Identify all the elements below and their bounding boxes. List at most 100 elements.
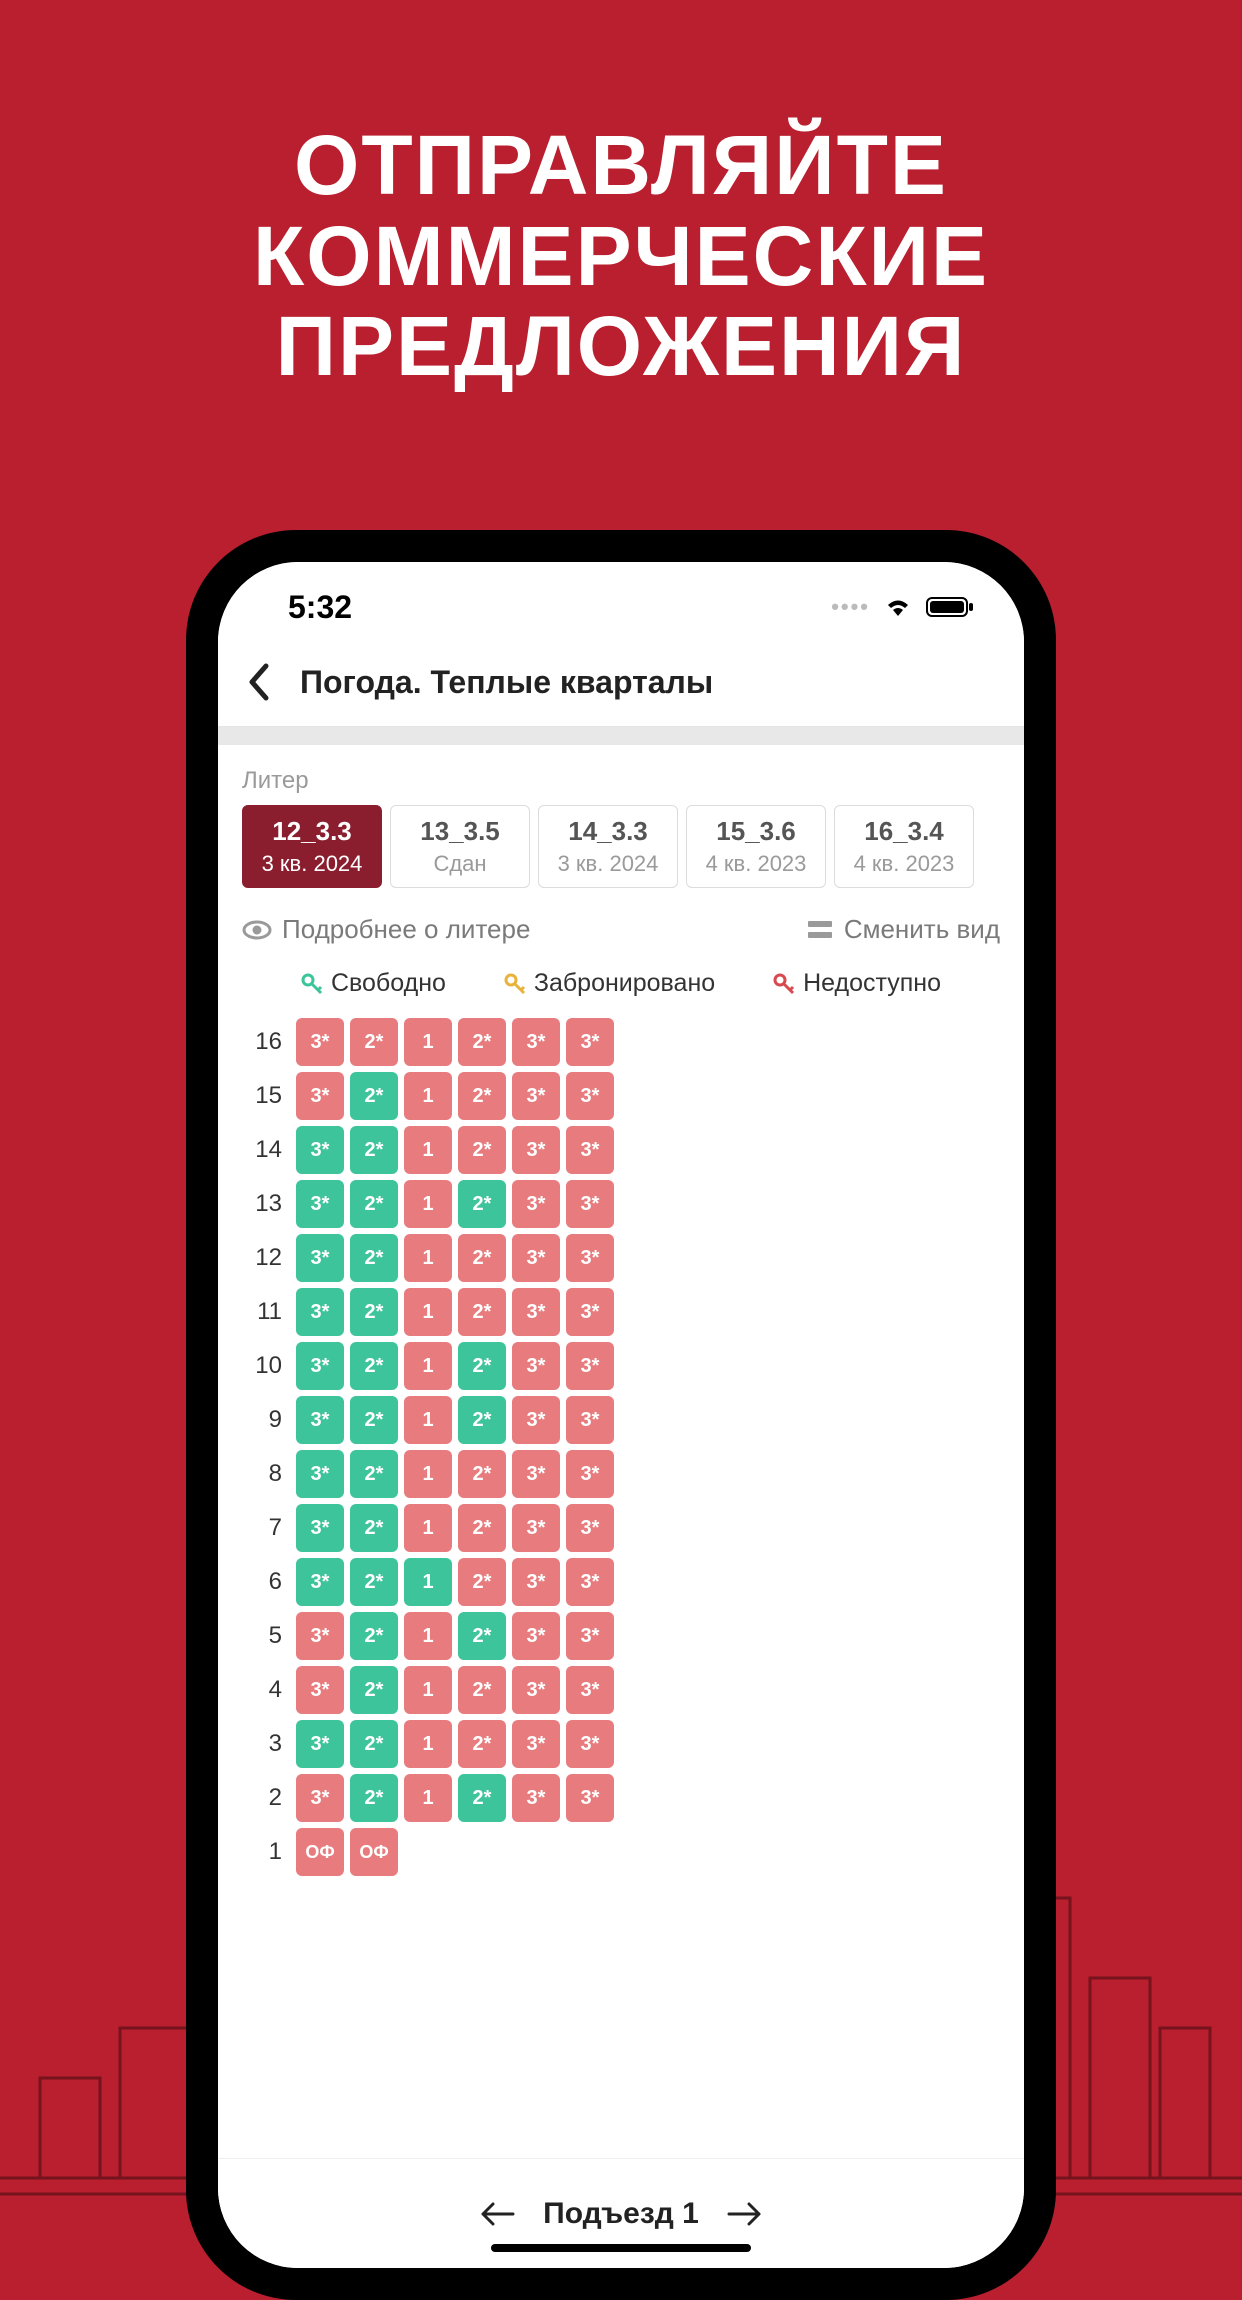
unit-cell[interactable]: 3* bbox=[296, 1180, 344, 1228]
unit-cell[interactable]: 2* bbox=[350, 1396, 398, 1444]
unit-cell[interactable]: 2* bbox=[458, 1126, 506, 1174]
unit-cell[interactable]: 3* bbox=[512, 1396, 560, 1444]
unit-cell[interactable]: 3* bbox=[566, 1234, 614, 1282]
unit-cell[interactable]: 3* bbox=[512, 1288, 560, 1336]
unit-cell[interactable]: 2* bbox=[458, 1342, 506, 1390]
switch-view-button[interactable]: Сменить вид bbox=[806, 914, 1000, 945]
unit-cell[interactable]: 3* bbox=[566, 1126, 614, 1174]
unit-cell[interactable]: 3* bbox=[296, 1396, 344, 1444]
unit-cell[interactable]: 2* bbox=[458, 1288, 506, 1336]
unit-cell[interactable]: 1 bbox=[404, 1396, 452, 1444]
unit-cell[interactable]: 3* bbox=[512, 1180, 560, 1228]
unit-cell[interactable]: 2* bbox=[350, 1450, 398, 1498]
unit-cell[interactable]: 3* bbox=[512, 1234, 560, 1282]
unit-cell[interactable]: 3* bbox=[566, 1342, 614, 1390]
unit-cell[interactable]: 2* bbox=[350, 1018, 398, 1066]
unit-cell[interactable]: 2* bbox=[458, 1072, 506, 1120]
unit-cell[interactable]: 3* bbox=[512, 1774, 560, 1822]
floor-grid[interactable]: 163*2*12*3*3*153*2*12*3*3*143*2*12*3*3*1… bbox=[242, 1018, 1000, 2158]
unit-cell[interactable]: 2* bbox=[458, 1504, 506, 1552]
unit-cell[interactable]: 2* bbox=[458, 1612, 506, 1660]
unit-cell[interactable]: 3* bbox=[296, 1558, 344, 1606]
unit-cell[interactable]: 3* bbox=[566, 1504, 614, 1552]
unit-cell[interactable]: 1 bbox=[404, 1450, 452, 1498]
pager-prev-button[interactable] bbox=[481, 2201, 515, 2227]
unit-cell[interactable]: 1 bbox=[404, 1126, 452, 1174]
details-button[interactable]: Подробнее о литере bbox=[242, 914, 530, 945]
unit-cell[interactable]: 3* bbox=[296, 1018, 344, 1066]
unit-cell[interactable]: 2* bbox=[458, 1774, 506, 1822]
unit-cell[interactable]: 3* bbox=[512, 1018, 560, 1066]
unit-cell[interactable]: 2* bbox=[458, 1720, 506, 1768]
unit-cell[interactable]: 2* bbox=[350, 1234, 398, 1282]
unit-cell[interactable]: 2* bbox=[350, 1126, 398, 1174]
unit-cell[interactable]: 1 bbox=[404, 1234, 452, 1282]
unit-cell[interactable]: 3* bbox=[296, 1666, 344, 1714]
unit-cell[interactable]: 2* bbox=[350, 1288, 398, 1336]
liter-tab-13_3.5[interactable]: 13_3.5Сдан bbox=[390, 805, 530, 888]
unit-cell[interactable]: 2* bbox=[458, 1558, 506, 1606]
unit-cell[interactable]: 2* bbox=[350, 1342, 398, 1390]
unit-cell[interactable]: 3* bbox=[512, 1504, 560, 1552]
unit-cell[interactable]: 3* bbox=[296, 1504, 344, 1552]
unit-cell[interactable]: 1 bbox=[404, 1072, 452, 1120]
unit-cell[interactable]: 3* bbox=[566, 1072, 614, 1120]
unit-cell[interactable]: 2* bbox=[350, 1774, 398, 1822]
unit-cell[interactable]: ОФ bbox=[350, 1828, 398, 1876]
unit-cell[interactable]: 3* bbox=[296, 1612, 344, 1660]
unit-cell[interactable]: 2* bbox=[458, 1396, 506, 1444]
liter-tab-15_3.6[interactable]: 15_3.64 кв. 2023 bbox=[686, 805, 826, 888]
unit-cell[interactable]: 2* bbox=[350, 1504, 398, 1552]
unit-cell[interactable]: 1 bbox=[404, 1774, 452, 1822]
unit-cell[interactable]: 2* bbox=[458, 1180, 506, 1228]
pager-next-button[interactable] bbox=[727, 2201, 761, 2227]
unit-cell[interactable]: 3* bbox=[512, 1450, 560, 1498]
unit-cell[interactable]: 1 bbox=[404, 1558, 452, 1606]
unit-cell[interactable]: 3* bbox=[296, 1288, 344, 1336]
unit-cell[interactable]: 3* bbox=[566, 1558, 614, 1606]
unit-cell[interactable]: 2* bbox=[458, 1234, 506, 1282]
unit-cell[interactable]: 3* bbox=[512, 1126, 560, 1174]
unit-cell[interactable]: 2* bbox=[350, 1558, 398, 1606]
unit-cell[interactable]: 1 bbox=[404, 1018, 452, 1066]
unit-cell[interactable]: 1 bbox=[404, 1720, 452, 1768]
unit-cell[interactable]: 2* bbox=[350, 1666, 398, 1714]
liter-tab-16_3.4[interactable]: 16_3.44 кв. 2023 bbox=[834, 805, 974, 888]
unit-cell[interactable]: 3* bbox=[566, 1018, 614, 1066]
unit-cell[interactable]: 3* bbox=[512, 1720, 560, 1768]
unit-cell[interactable]: 1 bbox=[404, 1342, 452, 1390]
unit-cell[interactable]: 3* bbox=[512, 1342, 560, 1390]
unit-cell[interactable]: 2* bbox=[458, 1666, 506, 1714]
unit-cell[interactable]: 3* bbox=[296, 1720, 344, 1768]
unit-cell[interactable]: 3* bbox=[296, 1450, 344, 1498]
unit-cell[interactable]: 1 bbox=[404, 1504, 452, 1552]
liter-tab-12_3.3[interactable]: 12_3.33 кв. 2024 bbox=[242, 805, 382, 888]
unit-cell[interactable]: 3* bbox=[566, 1288, 614, 1336]
unit-cell[interactable]: 3* bbox=[566, 1612, 614, 1660]
unit-cell[interactable]: 3* bbox=[296, 1234, 344, 1282]
unit-cell[interactable]: 3* bbox=[512, 1072, 560, 1120]
unit-cell[interactable]: 2* bbox=[350, 1180, 398, 1228]
unit-cell[interactable]: ОФ bbox=[296, 1828, 344, 1876]
unit-cell[interactable]: 3* bbox=[566, 1720, 614, 1768]
unit-cell[interactable]: 1 bbox=[404, 1180, 452, 1228]
unit-cell[interactable]: 3* bbox=[566, 1396, 614, 1444]
unit-cell[interactable]: 1 bbox=[404, 1612, 452, 1660]
unit-cell[interactable]: 3* bbox=[296, 1342, 344, 1390]
back-button[interactable] bbox=[246, 662, 272, 702]
unit-cell[interactable]: 3* bbox=[512, 1666, 560, 1714]
unit-cell[interactable]: 2* bbox=[350, 1720, 398, 1768]
unit-cell[interactable]: 3* bbox=[296, 1126, 344, 1174]
unit-cell[interactable]: 2* bbox=[350, 1072, 398, 1120]
unit-cell[interactable]: 3* bbox=[566, 1180, 614, 1228]
unit-cell[interactable]: 2* bbox=[350, 1612, 398, 1660]
unit-cell[interactable]: 1 bbox=[404, 1288, 452, 1336]
unit-cell[interactable]: 3* bbox=[512, 1612, 560, 1660]
liter-tab-14_3.3[interactable]: 14_3.33 кв. 2024 bbox=[538, 805, 678, 888]
unit-cell[interactable]: 2* bbox=[458, 1018, 506, 1066]
unit-cell[interactable]: 2* bbox=[458, 1450, 506, 1498]
unit-cell[interactable]: 3* bbox=[296, 1774, 344, 1822]
unit-cell[interactable]: 3* bbox=[512, 1558, 560, 1606]
unit-cell[interactable]: 3* bbox=[566, 1666, 614, 1714]
unit-cell[interactable]: 3* bbox=[296, 1072, 344, 1120]
